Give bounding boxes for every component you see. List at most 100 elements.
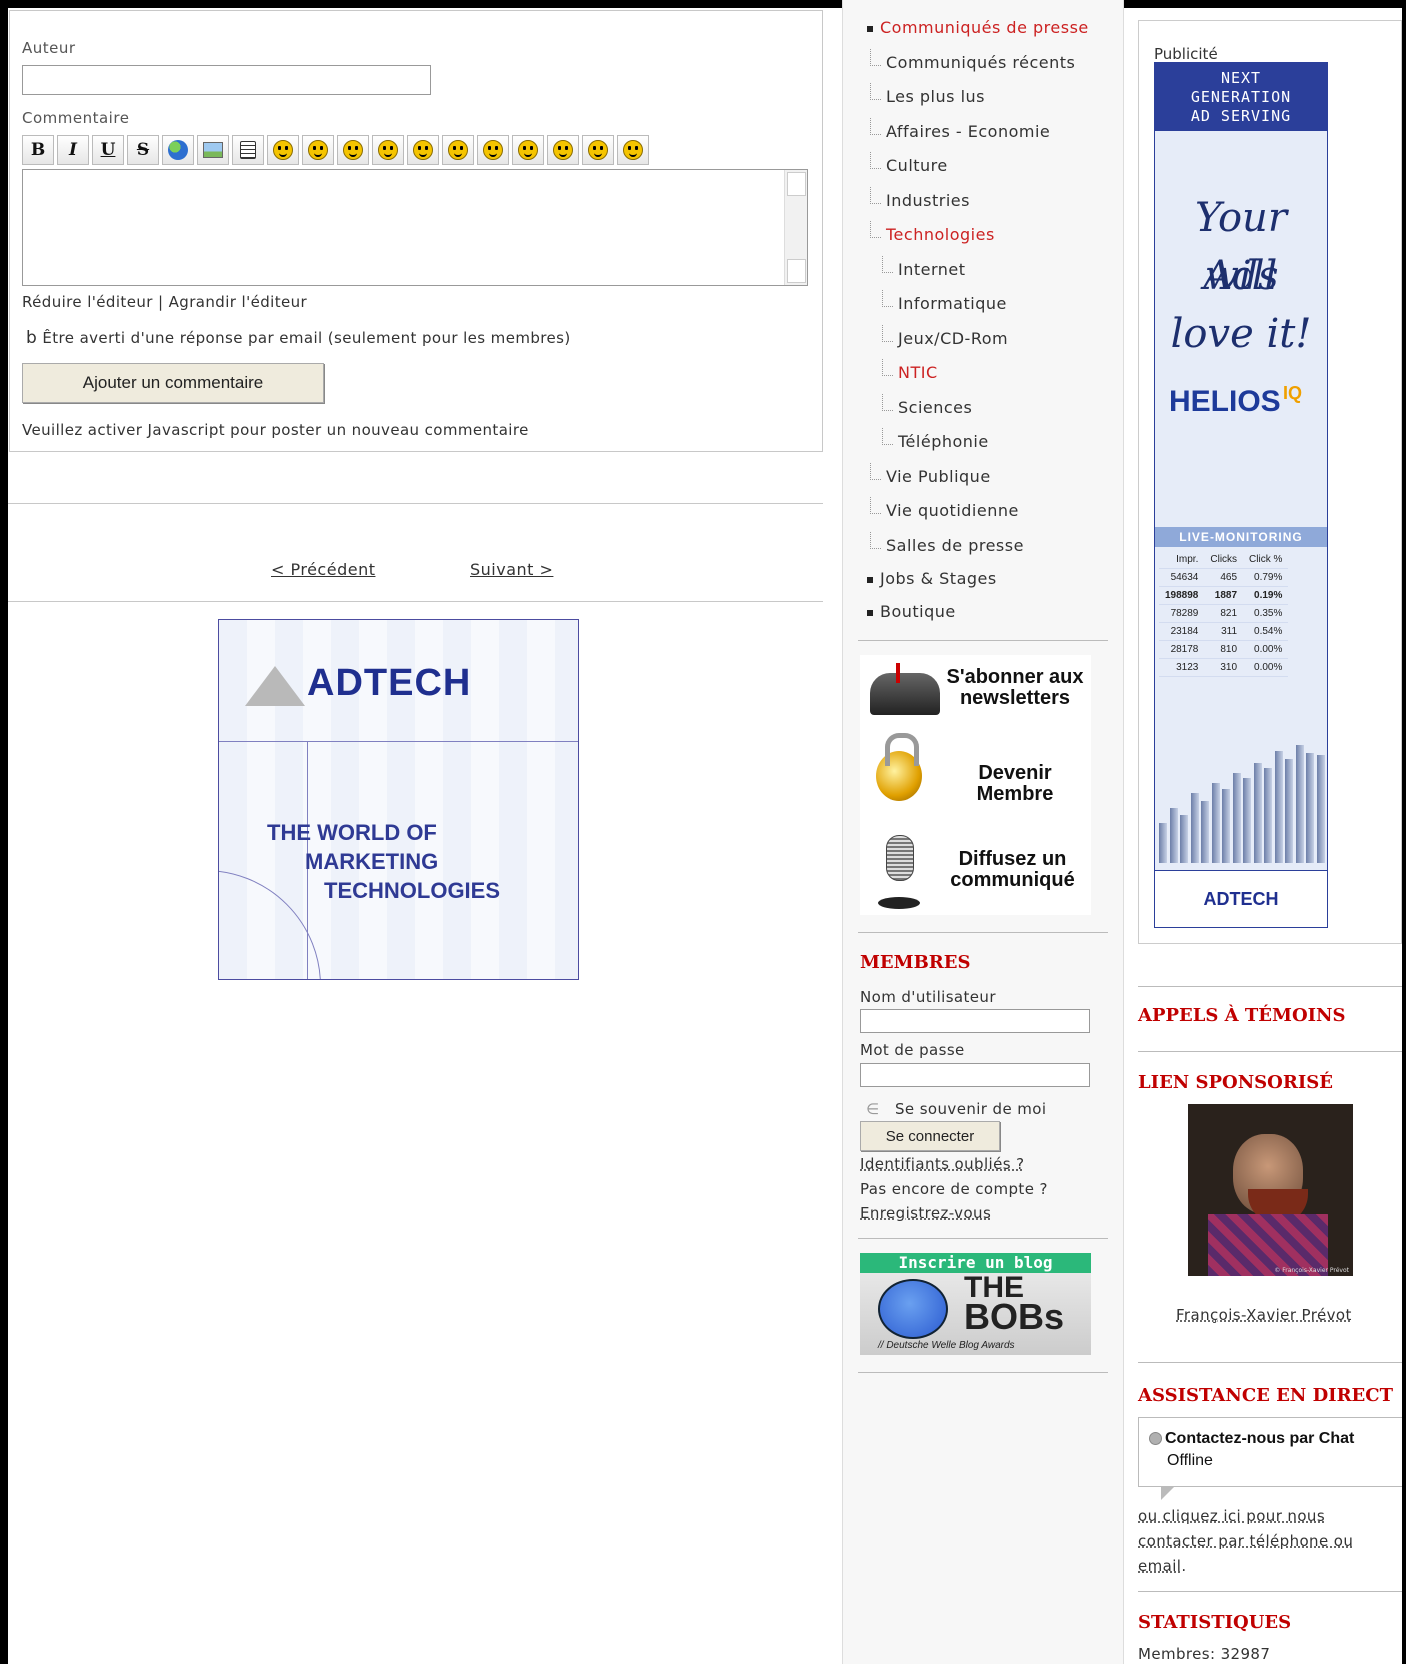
menu-bullet-icon xyxy=(867,610,873,616)
table-row: 78289 821 0.35% xyxy=(1159,604,1289,623)
table-cell: 310 xyxy=(1204,658,1244,677)
smiley-button-10[interactable] xyxy=(582,135,614,165)
ad-tagline-3: TECHNOLOGIES xyxy=(324,878,501,903)
adtech-logo-icon xyxy=(245,666,305,706)
publicite-label: Publicité xyxy=(1154,45,1218,63)
smiley-button-11[interactable] xyxy=(617,135,649,165)
menu-item[interactable]: Communiqués de presse xyxy=(880,18,1089,37)
smiley-button-5[interactable] xyxy=(407,135,439,165)
menu-item[interactable]: Vie quotidienne xyxy=(886,501,1019,520)
smiley-button-7[interactable] xyxy=(477,135,509,165)
image-button[interactable] xyxy=(197,135,229,165)
menu-item[interactable]: NTIC xyxy=(898,363,938,382)
become-member-link[interactable]: Devenir Membre xyxy=(940,763,1090,805)
next-link[interactable]: Suivant > xyxy=(470,560,553,579)
table-cell: 3123 xyxy=(1159,658,1205,677)
smiley-button-6[interactable] xyxy=(442,135,474,165)
login-button[interactable]: Se connecter xyxy=(860,1121,1000,1151)
bar-shape xyxy=(1295,745,1304,863)
quote-button[interactable] xyxy=(232,135,264,165)
adtech-banner-ad[interactable]: ADTECH THE WORLD OF MARKETING TECHNOLOGI… xyxy=(218,619,579,980)
author-input[interactable] xyxy=(22,65,431,95)
smiley-button-2[interactable] xyxy=(302,135,334,165)
helios-script-line: love it! xyxy=(1170,311,1312,357)
menu-tree-connector xyxy=(882,359,893,376)
js-notice: Veuillez activer Javascript pour poster … xyxy=(22,421,529,439)
table-row: 54634 465 0.79% xyxy=(1159,568,1289,587)
underline-button[interactable]: U xyxy=(92,135,124,165)
ad-tagline-1: THE WORLD OF xyxy=(267,820,437,845)
smiley-button-1[interactable] xyxy=(267,135,299,165)
bar-shape xyxy=(1211,783,1220,863)
newsletter-link[interactable]: S'abonner aux newsletters xyxy=(940,667,1090,709)
helios-brand: HELIOS xyxy=(1169,385,1281,418)
wink-icon xyxy=(308,140,328,160)
previous-link[interactable]: < Précédent xyxy=(271,560,375,579)
table-cell: 78289 xyxy=(1159,604,1205,623)
menu-item[interactable]: Sciences xyxy=(898,398,972,417)
helios-ad-banner[interactable]: NEXT GENERATION AD SERVING Your Ads will… xyxy=(1154,62,1328,928)
bobs-blog-banner[interactable]: Inscrire un blog THE BOBs // Deutsche We… xyxy=(860,1253,1091,1355)
forgot-credentials-link[interactable]: Identifiants oubliés ? xyxy=(860,1155,1024,1173)
menu-item[interactable]: Jobs & Stages xyxy=(880,569,997,588)
menu-item[interactable]: Boutique xyxy=(880,602,956,621)
appels-title[interactable]: APPELS À TÉMOINS xyxy=(1138,1005,1346,1026)
bobs-logo-icon xyxy=(878,1279,948,1339)
notify-checkbox[interactable]: b xyxy=(26,328,37,348)
shrink-editor-link[interactable]: Réduire l'éditeur xyxy=(22,293,153,311)
sponsor-photo[interactable]: © François-Xavier Prévot xyxy=(1188,1104,1353,1276)
speech-bubble-tail xyxy=(1161,1486,1175,1500)
menu-item[interactable]: Internet xyxy=(898,260,966,279)
menu-item[interactable]: Téléphonie xyxy=(898,432,989,451)
link-button[interactable] xyxy=(162,135,194,165)
italic-button[interactable]: I xyxy=(57,135,89,165)
menu-bullet-icon xyxy=(867,26,873,32)
chat-widget[interactable]: Contactez-nous par Chat Offline xyxy=(1138,1417,1403,1500)
table-cell: 465 xyxy=(1204,568,1244,587)
live-monitoring-table: Impr. Clicks Click % 54634 465 0.79% 198898… xyxy=(1159,551,1289,677)
register-link[interactable]: Enregistrez-vous xyxy=(860,1204,991,1222)
author-label: Auteur xyxy=(22,39,76,57)
textarea-scrollbar[interactable] xyxy=(784,170,807,285)
menu-item[interactable]: Technologies xyxy=(886,225,995,244)
bar-shape xyxy=(1159,823,1167,863)
menu-item[interactable]: Industries xyxy=(886,191,970,210)
password-input[interactable] xyxy=(860,1063,1090,1087)
menu-tree-connector xyxy=(882,255,893,273)
menu-item[interactable]: Informatique xyxy=(898,294,1007,313)
menu-tree-connector xyxy=(870,186,881,204)
submit-release-link[interactable]: Diffusez un communiqué xyxy=(935,849,1090,891)
comment-textarea[interactable] xyxy=(22,169,808,286)
enlarge-editor-link[interactable]: Agrandir l'éditeur xyxy=(169,293,307,311)
menu-item[interactable]: Salles de presse xyxy=(886,536,1024,555)
remember-checkbox[interactable]: ∈ xyxy=(866,1100,879,1118)
table-cell: 0.00% xyxy=(1243,658,1289,677)
confused-icon xyxy=(623,140,643,160)
contact-link[interactable]: ou cliquez ici pour nous contacter par t… xyxy=(1138,1507,1353,1575)
smiley-button-3[interactable] xyxy=(337,135,369,165)
mailbox-flag-icon xyxy=(896,663,900,683)
username-input[interactable] xyxy=(860,1009,1090,1033)
smiley-button-9[interactable] xyxy=(547,135,579,165)
menu-item[interactable]: Les plus lus xyxy=(886,87,985,106)
menu-item[interactable]: Culture xyxy=(886,156,948,175)
bar-shape xyxy=(1264,768,1272,863)
add-comment-button[interactable]: Ajouter un commentaire xyxy=(22,363,324,403)
strike-button[interactable]: S xyxy=(127,135,159,165)
helios-header-line: AD SERVING xyxy=(1190,107,1292,125)
resize-separator: | xyxy=(157,293,164,311)
menu-item[interactable]: Vie Publique xyxy=(886,467,991,486)
menu-item[interactable]: Affaires - Economie xyxy=(886,122,1050,141)
menu-item[interactable]: Jeux/CD-Rom xyxy=(898,329,1008,348)
assistance-title: ASSISTANCE EN DIRECT xyxy=(1138,1385,1393,1406)
comment-label: Commentaire xyxy=(22,109,130,127)
table-header-cell: Clicks xyxy=(1204,551,1244,569)
table-cell: 28178 xyxy=(1159,640,1205,659)
smiley-button-8[interactable] xyxy=(512,135,544,165)
photo-author-link[interactable]: François-Xavier Prévot xyxy=(1176,1306,1352,1324)
live-monitoring-label: LIVE-MONITORING xyxy=(1155,527,1327,547)
bold-button[interactable]: B xyxy=(22,135,54,165)
table-cell: 821 xyxy=(1204,604,1244,623)
smiley-button-4[interactable] xyxy=(372,135,404,165)
menu-item[interactable]: Communiqués récents xyxy=(886,53,1075,72)
